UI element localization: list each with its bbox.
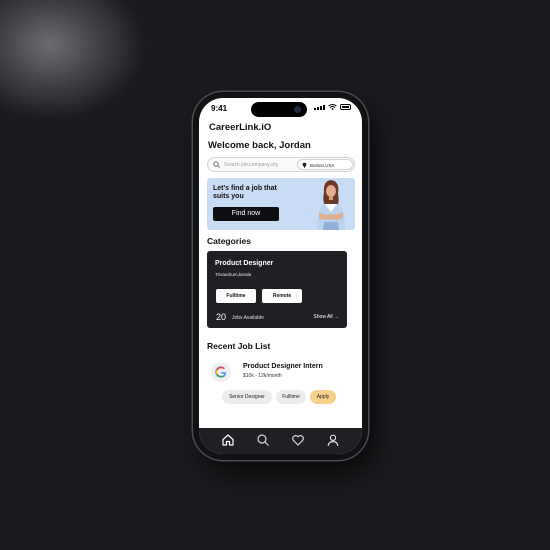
job-list-item[interactable]: Product Designer Intern $10k - 12k/month… xyxy=(207,362,355,406)
job-title: Product Designer Intern xyxy=(243,363,323,370)
category-role: Product Designer xyxy=(215,260,274,267)
bottom-tab-bar xyxy=(199,428,362,454)
remote-chip[interactable]: Remote xyxy=(262,289,302,303)
location-pin-icon xyxy=(302,162,307,168)
wifi-icon xyxy=(328,104,337,110)
banner-tagline: Let's find a job that suits you xyxy=(213,185,277,200)
categories-heading: Categories xyxy=(207,236,251,246)
dynamic-island xyxy=(251,102,307,117)
person-illustration xyxy=(317,180,345,230)
signal-icon xyxy=(314,105,325,110)
status-bar: 9:41 xyxy=(199,98,362,118)
jobs-count: 20 xyxy=(216,312,227,322)
search-input[interactable]: Search job,company,city xyxy=(224,162,278,168)
welcome-heading: Welcome back, Jordan xyxy=(208,140,311,151)
phone-screen: 9:41 CareerLink.iO Welcome back, Jordan … xyxy=(199,98,362,454)
job-salary: $10k - 12k/month xyxy=(243,373,282,379)
profile-icon[interactable] xyxy=(326,433,340,447)
status-time: 9:41 xyxy=(211,104,228,113)
app-brand: CareerLink.iO xyxy=(209,122,272,133)
job-tag-type: Fulltime xyxy=(276,390,306,404)
home-icon[interactable] xyxy=(221,433,235,447)
search-bar[interactable]: Search job,company,city Boston,USA xyxy=(207,157,355,172)
phone-frame: 9:41 CareerLink.iO Welcome back, Jordan … xyxy=(193,92,368,460)
apply-button[interactable]: Apply xyxy=(310,390,336,404)
recent-jobs-heading: Recent Job List xyxy=(207,341,271,351)
search-icon xyxy=(213,161,220,168)
heart-icon[interactable] xyxy=(291,433,305,447)
category-location: Trivandrum,kerala xyxy=(215,272,252,277)
promo-banner: Let's find a job that suits you Find now xyxy=(207,178,355,230)
job-tag-level: Senior Designer xyxy=(222,390,272,404)
google-logo xyxy=(211,362,231,382)
location-selector[interactable]: Boston,USA xyxy=(297,159,353,170)
show-all-link[interactable]: Show All → xyxy=(313,314,339,320)
category-card[interactable]: Product Designer Trivandrum,kerala Fullt… xyxy=(207,251,347,328)
location-label: Boston,USA xyxy=(310,162,335,168)
fulltime-chip[interactable]: Fulltime xyxy=(216,289,256,303)
google-icon xyxy=(215,366,227,378)
battery-icon xyxy=(340,104,351,110)
camera-icon xyxy=(294,106,301,113)
search-icon[interactable] xyxy=(256,433,270,447)
find-now-button[interactable]: Find now xyxy=(213,207,279,221)
system-icons xyxy=(314,104,351,110)
jobs-available-label: Jobs Available xyxy=(232,315,264,321)
